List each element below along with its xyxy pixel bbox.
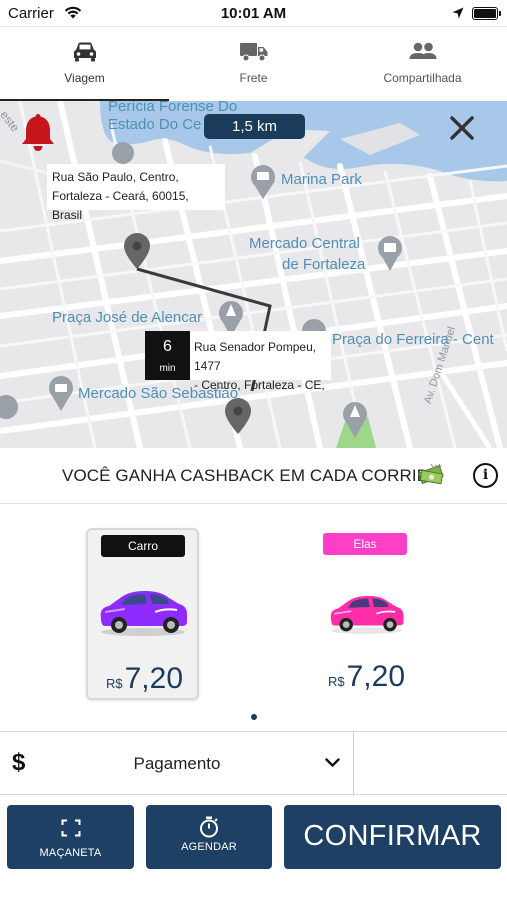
- destination-address-line1: Rua Senador Pompeu, 1477: [194, 340, 317, 373]
- car-icon: [73, 42, 96, 62]
- origin-address-line1: Rua São Paulo, Centro,: [52, 170, 179, 184]
- page-indicator-dot: [251, 714, 257, 720]
- currency-label: R$: [327, 674, 345, 689]
- dollar-icon: $: [12, 749, 26, 776]
- map-label-praca-jose: Praça José de Alencar: [52, 309, 203, 326]
- tab-viagem[interactable]: Viagem: [0, 27, 169, 102]
- car-image-icon: [330, 596, 404, 634]
- people-icon: [409, 42, 436, 59]
- eta-unit: min: [159, 363, 176, 374]
- info-icon[interactable]: i: [473, 463, 498, 488]
- map-label-estado: Estado Do Ce: [108, 116, 202, 133]
- cashback-text: VOCÊ GANHA CASHBACK EM CADA CORRIDA: [62, 466, 441, 485]
- vehicle-badge: Elas: [323, 533, 407, 555]
- eta-minutes: 6: [163, 338, 172, 355]
- price-value: 7,20: [346, 660, 405, 693]
- origin-address-line2: Fortaleza - Ceará, 60015, Brasil: [52, 189, 189, 222]
- origin-address-callout: Rua São Paulo, Centro, Fortaleza - Ceará…: [47, 164, 225, 222]
- stopwatch-icon: [200, 816, 218, 838]
- chevron-down-icon: [325, 758, 340, 767]
- payment-selector[interactable]: $ Pagamento: [0, 731, 507, 796]
- car-image-icon: [100, 591, 187, 636]
- expand-icon: [61, 819, 80, 837]
- route-map[interactable]: Perícia Forense Do Estado Do Ce este Mar…: [0, 101, 507, 448]
- vehicle-badge: Carro: [101, 535, 185, 557]
- status-bar: Carrier 10:01 AM: [0, 0, 507, 26]
- clock: 10:01 AM: [220, 5, 287, 22]
- money-icon: [417, 463, 444, 485]
- confirm-button[interactable]: CONFIRMAR: [284, 805, 501, 869]
- handle-button[interactable]: MAÇANETA: [7, 805, 134, 869]
- vehicle-price: R$7,20: [88, 662, 201, 696]
- tab-label: Frete: [239, 71, 268, 85]
- tab-frete[interactable]: Frete: [169, 27, 338, 102]
- destination-callout: 6 min Rua Senador Pompeu, 1477 - Centro,…: [145, 331, 331, 392]
- currency-label: R$: [105, 676, 123, 691]
- payment-divider: [353, 732, 354, 796]
- distance-badge: 1,5 km: [204, 114, 305, 139]
- location-arrow-icon: [452, 7, 464, 19]
- service-tabs: Viagem Frete Compartilhada: [0, 26, 507, 102]
- schedule-button-label: AGENDAR: [181, 841, 237, 853]
- vehicle-price: R$7,20: [310, 660, 423, 694]
- tab-compartilhada[interactable]: Compartilhada: [338, 27, 507, 102]
- destination-address: Rua Senador Pompeu, 1477 - Centro, Forta…: [194, 338, 330, 395]
- price-value: 7,20: [124, 662, 183, 695]
- vehicle-options: Carro R$7,20 Elas R$7,20: [0, 505, 507, 731]
- tab-label: Viagem: [64, 71, 105, 85]
- map-label-mercado-central: Mercado Central: [249, 235, 360, 252]
- truck-icon: [239, 43, 267, 62]
- vehicle-card-elas[interactable]: Elas R$7,20: [310, 528, 423, 700]
- confirm-button-label: CONFIRMAR: [303, 820, 482, 852]
- cashback-banner: VOCÊ GANHA CASHBACK EM CADA CORRIDA i: [0, 448, 507, 504]
- vehicle-card-carro[interactable]: Carro R$7,20: [86, 528, 199, 700]
- map-label-praca-ferreira: Praça do Ferreira - Cent: [332, 331, 494, 348]
- handle-button-label: MAÇANETA: [39, 847, 102, 859]
- close-icon[interactable]: [447, 113, 477, 143]
- tab-label: Compartilhada: [383, 71, 462, 85]
- payment-label: Pagamento: [133, 754, 221, 773]
- map-label-pericia: Perícia Forense Do: [108, 101, 238, 115]
- destination-address-line2: - Centro, Fortaleza - CE,: [194, 378, 325, 392]
- bell-icon[interactable]: [20, 111, 56, 153]
- map-label-marina-park: Marina Park: [281, 171, 362, 188]
- schedule-button[interactable]: AGENDAR: [146, 805, 272, 869]
- map-label-de-fortaleza: de Fortaleza: [282, 256, 366, 273]
- battery-icon: [472, 7, 501, 20]
- eta-box: 6 min: [145, 331, 190, 380]
